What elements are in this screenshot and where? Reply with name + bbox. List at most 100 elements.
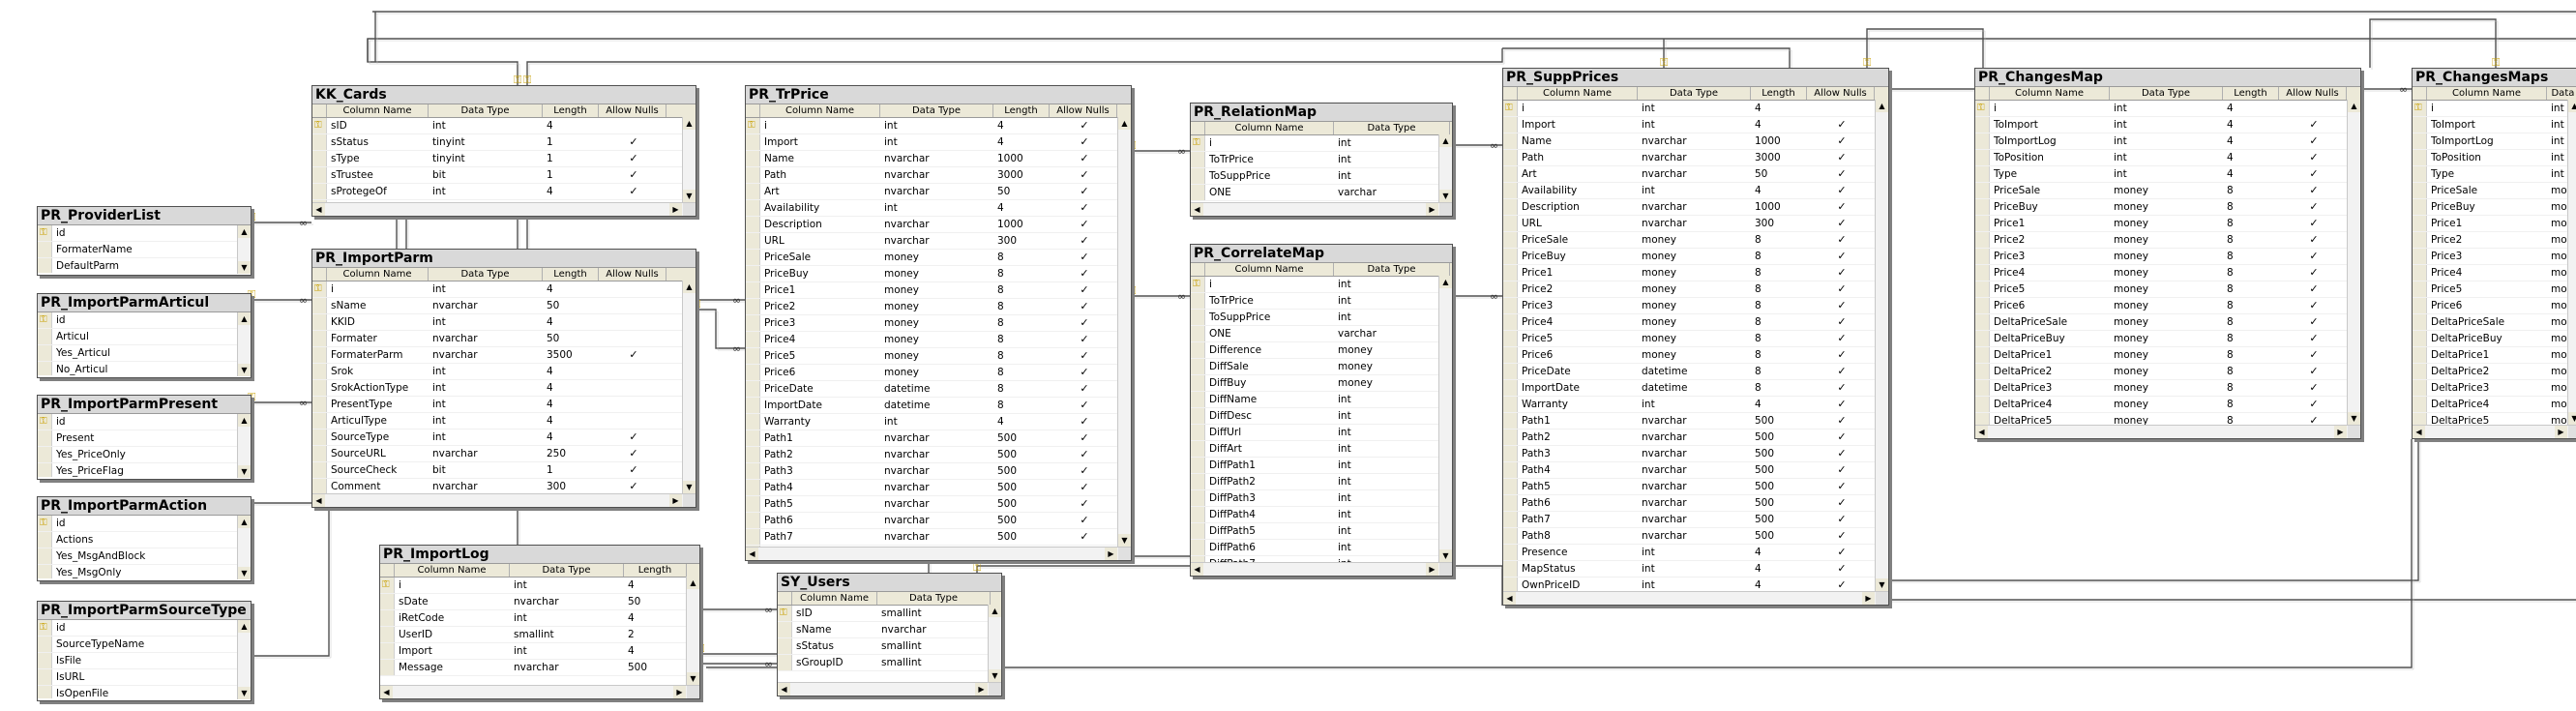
table-row[interactable]: ⚿ i int <box>2413 101 2567 117</box>
table-row[interactable]: PriceSale money 8 ✓ <box>746 250 1117 266</box>
row-selector[interactable] <box>746 365 760 380</box>
header-nulls[interactable]: Allow Nulls <box>599 268 666 281</box>
table-row[interactable]: URL nvarchar 300 ✓ <box>746 233 1117 250</box>
row-selector[interactable] <box>746 463 760 479</box>
row-selector[interactable] <box>1191 523 1205 539</box>
table-row[interactable]: Yes_PriceFlag <box>38 463 237 477</box>
table-row[interactable]: Path2 nvarchar 500 ✓ <box>746 447 1117 463</box>
row-selector[interactable] <box>1503 166 1518 182</box>
row-selector[interactable] <box>746 414 760 430</box>
row-selector[interactable]: ⚿ <box>38 620 52 636</box>
row-selector[interactable]: ⚿ <box>380 578 395 593</box>
header-nulls[interactable]: Allow Nulls <box>1050 104 1117 117</box>
scroll-left-icon[interactable]: ◀ <box>1191 563 1203 576</box>
table-row[interactable]: sName nvarchar <box>778 622 988 638</box>
table-pr-importlog[interactable]: PR_ImportLog Column Name Data Type Length ⚿ i… <box>379 545 700 699</box>
table-row[interactable]: ⚿ i int <box>1191 135 1438 152</box>
row-selector[interactable]: ⚿ <box>312 281 327 297</box>
row-selector[interactable] <box>1191 359 1205 374</box>
table-row[interactable]: Price6 money 8 ✓ <box>1975 298 2347 314</box>
table-row[interactable]: DeltaPriceBuy money 8 ✓ <box>1975 331 2347 347</box>
row-selector[interactable] <box>2413 314 2427 330</box>
table-row[interactable]: Path6 nvarchar 500 ✓ <box>1503 495 1875 512</box>
table-row[interactable]: Difference money <box>1191 342 1438 359</box>
table-title[interactable]: SY_Users <box>778 574 1001 592</box>
row-selector[interactable] <box>1191 168 1205 184</box>
scroll-right-icon[interactable]: ▶ <box>669 494 682 507</box>
table-row[interactable]: Path1 nvarchar 500 ✓ <box>746 430 1117 447</box>
row-selector[interactable] <box>2413 347 2427 363</box>
table-row[interactable]: OwnPriceID int 4 ✓ <box>1503 578 1875 591</box>
table-row[interactable]: ToTrPrice int <box>1191 152 1438 168</box>
header-type[interactable]: Data Type <box>429 268 543 281</box>
table-row[interactable]: DiffPath3 int <box>1191 490 1438 507</box>
scroll-down-icon[interactable]: ▼ <box>683 481 696 493</box>
scroll-up-icon[interactable]: ▲ <box>1118 117 1131 130</box>
scroll-right-icon[interactable]: ▶ <box>669 203 682 216</box>
scroll-down-icon[interactable]: ▼ <box>1876 578 1888 591</box>
row-selector[interactable]: ⚿ <box>2413 101 2427 116</box>
row-selector[interactable] <box>312 430 327 445</box>
table-row[interactable]: Type int 4 ✓ <box>1975 166 2347 183</box>
table-pr-providerlist[interactable]: PR_ProviderList ⚿ id FormaterName DefaultPar… <box>37 206 252 276</box>
header-type[interactable]: Data Type <box>429 104 543 117</box>
row-selector[interactable] <box>380 643 395 659</box>
row-selector[interactable] <box>312 184 327 199</box>
table-row[interactable]: PriceBuy money 8 ✓ <box>1503 249 1875 265</box>
horizontal-scrollbar[interactable]: ◀ ▶ <box>312 493 696 507</box>
table-row[interactable]: ⚿ i int <box>1191 277 1438 293</box>
row-selector[interactable] <box>2413 249 2427 264</box>
scroll-up-icon[interactable]: ▲ <box>683 117 696 130</box>
header-name[interactable]: Column Name <box>792 592 877 605</box>
table-row[interactable]: Description nvarchar 1000 ✓ <box>746 217 1117 233</box>
row-selector[interactable] <box>746 447 760 462</box>
row-selector[interactable] <box>1975 117 1990 133</box>
scroll-up-icon[interactable]: ▲ <box>238 414 251 427</box>
row-selector[interactable] <box>1975 150 1990 165</box>
scroll-left-icon[interactable]: ◀ <box>312 203 325 216</box>
row-selector[interactable] <box>1191 490 1205 506</box>
row-selector[interactable] <box>746 529 760 545</box>
row-selector[interactable] <box>312 298 327 313</box>
table-row[interactable]: Srok int 4 <box>312 364 682 380</box>
table-row[interactable]: sType tinyint 1 ✓ <box>312 151 682 167</box>
row-selector[interactable] <box>746 513 760 528</box>
table-row[interactable]: Price6 money 8 ✓ <box>1503 347 1875 364</box>
scroll-down-icon[interactable]: ▼ <box>1439 190 1452 202</box>
table-row[interactable]: DeltaPrice4 money 8 ✓ <box>1975 397 2347 413</box>
table-row[interactable]: Price5 money 8 ✓ <box>746 348 1117 365</box>
table-pr-relationmap[interactable]: PR_RelationMap Column Name Data Type ⚿ i int T… <box>1190 103 1453 217</box>
table-row[interactable]: ⚿ id <box>38 414 237 430</box>
table-row[interactable]: Path3 nvarchar 500 ✓ <box>746 463 1117 480</box>
table-row[interactable]: DeltaPrice3 mo <box>2413 380 2567 397</box>
scroll-up-icon[interactable]: ▲ <box>238 516 251 528</box>
relationship-line[interactable] <box>1889 439 2419 581</box>
row-selector[interactable] <box>1503 281 1518 297</box>
table-row[interactable]: Path2 nvarchar 500 ✓ <box>1503 430 1875 446</box>
scroll-up-icon[interactable]: ▲ <box>2568 100 2576 112</box>
scroll-up-icon[interactable]: ▲ <box>238 620 251 633</box>
row-selector[interactable]: ⚿ <box>746 118 760 133</box>
table-row[interactable]: PriceDate datetime 8 ✓ <box>1503 364 1875 380</box>
row-selector[interactable] <box>746 134 760 150</box>
table-row[interactable]: ⚿ i int 4 <box>1975 101 2347 117</box>
table-row[interactable]: IsOpenFile <box>38 686 237 698</box>
row-selector[interactable] <box>38 548 52 564</box>
table-row[interactable]: Art nvarchar 50 ✓ <box>746 184 1117 200</box>
row-selector[interactable] <box>1191 326 1205 341</box>
row-selector[interactable] <box>2413 199 2427 215</box>
row-selector[interactable] <box>38 565 52 578</box>
row-selector[interactable] <box>38 329 52 344</box>
table-row[interactable]: DiffPath5 int <box>1191 523 1438 540</box>
scroll-right-icon[interactable]: ▶ <box>1426 203 1438 216</box>
table-row[interactable]: Price3 mo <box>2413 249 2567 265</box>
row-selector[interactable] <box>38 669 52 685</box>
table-row[interactable]: PriceBuy mo <box>2413 199 2567 216</box>
row-selector[interactable] <box>1503 314 1518 330</box>
table-row[interactable]: FormaterName <box>38 242 237 258</box>
horizontal-scrollbar[interactable]: ◀ ▶ <box>380 685 699 698</box>
row-selector[interactable] <box>1191 310 1205 325</box>
table-row[interactable]: IsFile <box>38 653 237 669</box>
table-row[interactable]: Price6 mo <box>2413 298 2567 314</box>
header-length[interactable]: Length <box>624 564 687 577</box>
